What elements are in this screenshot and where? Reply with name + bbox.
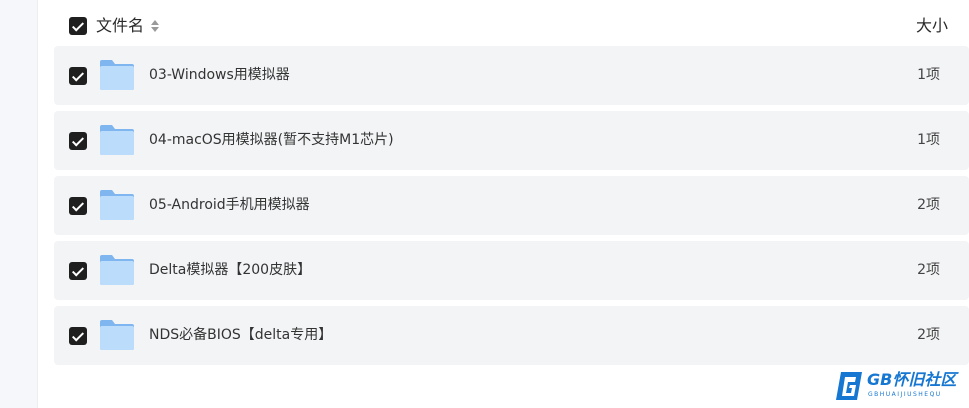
folder-icon bbox=[100, 60, 134, 90]
gb-logo-icon bbox=[836, 372, 862, 400]
column-header-size: 大小 bbox=[915, 16, 948, 35]
watermark-title: GB怀旧社区 bbox=[867, 370, 957, 389]
file-list-header: 文件名 大小 bbox=[54, 8, 969, 44]
column-header-name[interactable]: 文件名 bbox=[96, 16, 144, 36]
file-size: 2项 bbox=[917, 197, 940, 213]
file-name[interactable]: 04-macOS用模拟器(暂不支持M1芯片) bbox=[149, 130, 394, 150]
file-size: 1项 bbox=[917, 67, 940, 83]
select-all-checkbox[interactable] bbox=[69, 17, 87, 35]
row-checkbox[interactable] bbox=[69, 197, 87, 215]
row-checkbox[interactable] bbox=[69, 67, 87, 85]
folder-icon bbox=[100, 255, 134, 285]
file-name[interactable]: NDS必备BIOS【delta专用】 bbox=[149, 325, 332, 345]
file-name[interactable]: Delta模拟器【200皮肤】 bbox=[149, 260, 311, 280]
sort-updown-icon[interactable] bbox=[150, 19, 160, 33]
site-watermark: GB怀旧社区 GBHUAIJIUSHEQU bbox=[833, 370, 961, 402]
file-size: 2项 bbox=[917, 327, 940, 343]
file-row[interactable]: 03-Windows用模拟器 1项 bbox=[54, 46, 969, 105]
file-row[interactable]: NDS必备BIOS【delta专用】 2项 bbox=[54, 306, 969, 365]
row-checkbox[interactable] bbox=[69, 262, 87, 280]
file-name[interactable]: 03-Windows用模拟器 bbox=[149, 65, 290, 85]
folder-icon bbox=[100, 190, 134, 220]
left-sidebar-edge bbox=[0, 0, 38, 408]
file-size: 2项 bbox=[917, 262, 940, 278]
row-checkbox[interactable] bbox=[69, 132, 87, 150]
file-row[interactable]: 05-Android手机用模拟器 2项 bbox=[54, 176, 969, 235]
file-row[interactable]: 04-macOS用模拟器(暂不支持M1芯片) 1项 bbox=[54, 111, 969, 170]
folder-icon bbox=[100, 320, 134, 350]
row-checkbox[interactable] bbox=[69, 327, 87, 345]
file-row[interactable]: Delta模拟器【200皮肤】 2项 bbox=[54, 241, 969, 300]
folder-icon bbox=[100, 125, 134, 155]
watermark-subtitle: GBHUAIJIUSHEQU bbox=[868, 391, 942, 398]
file-name[interactable]: 05-Android手机用模拟器 bbox=[149, 195, 310, 215]
file-list: 文件名 大小 03-Windows用模拟器 1项 04-macOS用模拟器(暂不… bbox=[54, 0, 969, 408]
file-size: 1项 bbox=[917, 132, 940, 148]
